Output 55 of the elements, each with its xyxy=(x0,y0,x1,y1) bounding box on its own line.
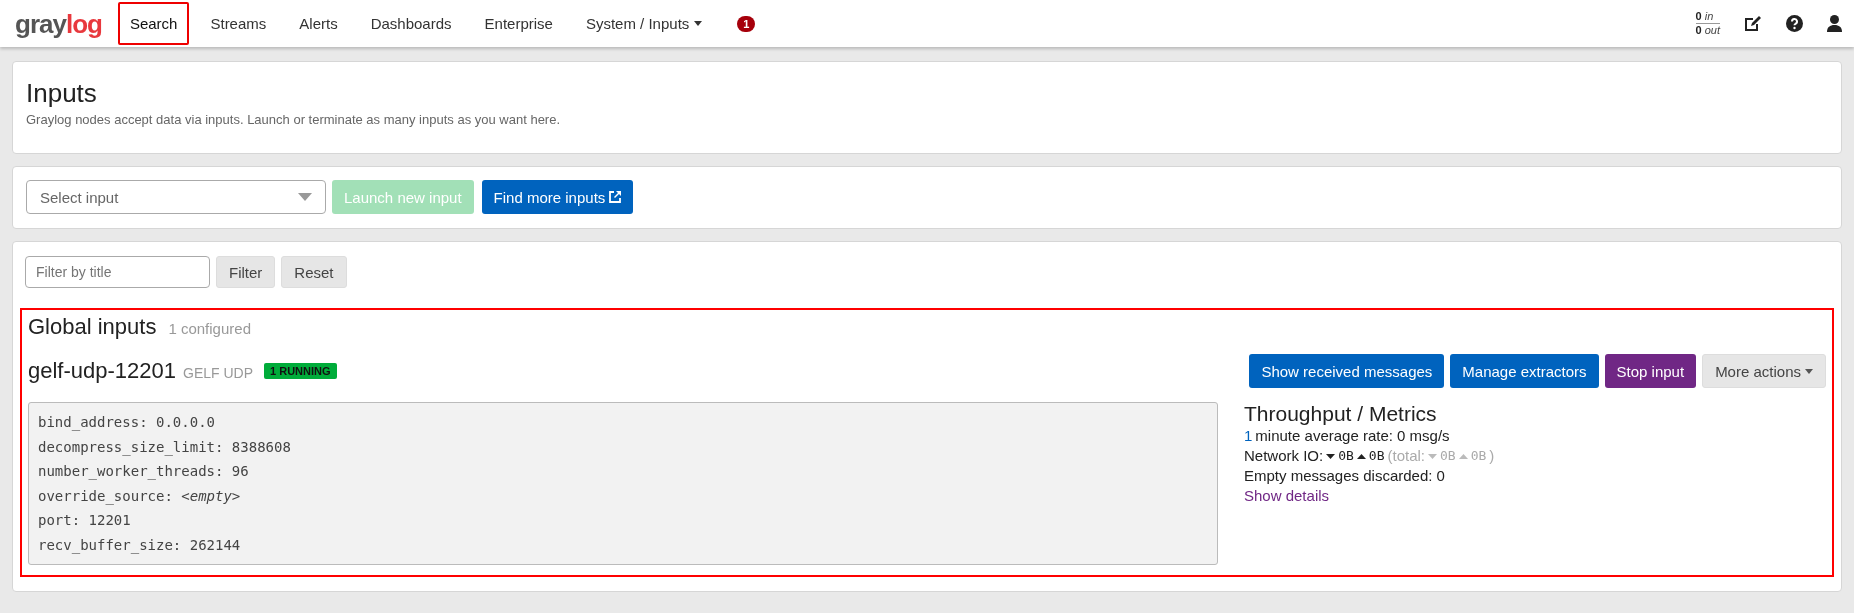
show-details-link[interactable]: Show details xyxy=(1244,487,1330,504)
input-type: GELF UDP xyxy=(183,365,254,381)
caret-icon xyxy=(298,193,312,201)
total-in: 0B xyxy=(1440,447,1456,465)
page-description: Graylog nodes accept data via inputs. Launch or terminate as many inputs as you want here. xyxy=(26,112,562,127)
throughput-out: 0 out xyxy=(1695,23,1720,37)
discarded-count: Empty messages discarded: 0 xyxy=(1244,466,1446,486)
config-line: recv_buffer_size: 262144 xyxy=(38,535,242,556)
filter-field[interactable]: Filter by title xyxy=(25,256,210,288)
input-action-button[interactable]: Stop input xyxy=(1604,354,1697,388)
caret-icon xyxy=(1805,368,1813,374)
notification-badge[interactable]: 1 xyxy=(737,15,756,32)
config-line: port: 12201 xyxy=(38,511,132,530)
rate-text: minute average rate: 0 msg/s xyxy=(1255,426,1450,446)
down-caret-icon xyxy=(1326,453,1336,459)
nav-item[interactable]: Search xyxy=(117,2,190,45)
section-title: Global inputs xyxy=(28,314,157,340)
config-line: number_worker_threads: 96 xyxy=(38,462,250,482)
config-line: decompress_size_limit: 8388608 xyxy=(38,437,292,458)
metrics-title: Throughput / Metrics xyxy=(1244,402,1438,426)
up-caret-icon xyxy=(1356,453,1366,459)
user-icon[interactable] xyxy=(1827,15,1842,32)
filter-button[interactable]: Filter xyxy=(216,256,276,288)
config-line: bind_address: 0.0.0.0 xyxy=(38,413,216,433)
input-action-button[interactable]: More actions xyxy=(1702,354,1826,388)
down-caret-icon xyxy=(1428,453,1437,459)
config-line: override_source: <empty> xyxy=(38,486,242,507)
network-label: Network IO: xyxy=(1244,446,1324,466)
logo[interactable]: graylog xyxy=(15,10,102,37)
launch-bar-button[interactable]: Find more inputs xyxy=(481,180,634,214)
total-label: (total: xyxy=(1387,446,1425,466)
filter-button[interactable]: Reset xyxy=(281,256,347,288)
nav-item[interactable]: Enterprise xyxy=(472,2,565,45)
status-badge: 1 RUNNING xyxy=(264,363,337,379)
nav-item[interactable]: Alerts xyxy=(287,2,350,45)
total-close: ) xyxy=(1489,446,1495,466)
help-icon[interactable] xyxy=(1786,15,1803,32)
network-in: 0B xyxy=(1338,447,1354,465)
caret-icon xyxy=(694,21,703,26)
nav-item[interactable]: System / Inputs xyxy=(573,2,715,45)
input-action-button[interactable]: Show received messages xyxy=(1249,354,1445,388)
input-action-button[interactable]: Manage extractors xyxy=(1450,354,1599,388)
page-title: Inputs xyxy=(26,77,98,110)
select-input-dropdown[interactable]: Select input xyxy=(26,180,326,214)
input-name: gelf-udp-12201 xyxy=(28,358,176,384)
throughput-in: 0 in xyxy=(1695,10,1715,23)
rate-value: 1 xyxy=(1244,426,1253,446)
nav-item[interactable]: Streams xyxy=(198,2,279,45)
up-caret-icon xyxy=(1458,453,1468,459)
configured-count: 1 configured xyxy=(168,320,251,337)
total-out: 0B xyxy=(1470,447,1487,465)
external-link-icon xyxy=(609,191,622,203)
network-out: 0B xyxy=(1368,447,1385,465)
nav-item[interactable]: Dashboards xyxy=(358,2,464,45)
edit-icon[interactable] xyxy=(1744,15,1762,32)
